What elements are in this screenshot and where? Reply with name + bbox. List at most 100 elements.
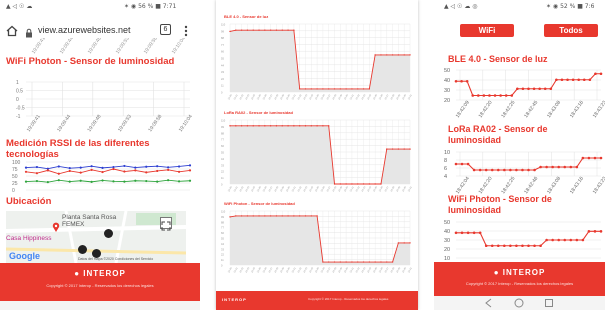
data-point [134,166,137,169]
x-tick-label: 18:42:25 [500,100,516,120]
more-menu-icon[interactable] [184,24,188,37]
data-point [145,179,148,183]
data-point [351,88,353,90]
data-point [362,261,365,263]
y-tick-label: 20 [444,98,450,104]
data-point [551,238,554,242]
footer-copyright: Copyright © 2017 Interop - Reservados lo… [46,283,154,288]
data-point [298,215,301,217]
data-point [310,125,312,127]
y-tick-label: 30 [444,88,450,94]
data-point [281,125,283,127]
x-tick-label: 18:43:08 [546,100,562,120]
data-point [374,261,376,263]
data-point [322,125,324,127]
ble-chart-title: BLE 4.0 - Sensor de luz [448,54,548,64]
data-point [333,183,336,185]
data-point [599,230,603,233]
data-point [471,94,475,97]
y-tick-label: 11 [221,176,224,180]
data-point [515,244,518,248]
data-point [287,215,289,217]
ble-area-chart: 110998877665544332211018:40 18:41 18:42 18:… [221,23,413,101]
data-point [386,148,388,150]
data-point [560,78,564,82]
data-point [240,125,243,127]
x-tick-label: 18:41 [407,266,413,273]
wifi-filter-button[interactable]: WiFi [460,24,514,37]
data-point [258,215,260,217]
data-point [509,168,512,172]
address-bar-url[interactable]: view.azurewebsites.net [38,25,131,35]
data-point [322,261,324,263]
ble-area-chart-title: BLE 4.0 - Sensor de luz [224,14,269,19]
data-point [545,238,548,242]
phone-screen-3: ▲ ◁ ☉ ☁ ◎ ✶ ◉ 52 % ■ 7:6 WiFi Todos BLE … [434,0,605,310]
data-point [409,148,411,150]
wifi-area-chart: 110998877665544332211018:40 18:41 18:42 18:… [221,210,413,274]
y-tick-label: 44 [221,157,224,161]
x-tick-label: 18:42:20 [478,100,494,120]
x-tick-label: 19:09:58 [143,38,159,55]
area-fill [230,125,410,184]
todos-filter-button[interactable]: Todos [544,24,598,37]
x-tick-label: 19:09:44 [59,38,75,55]
map-view[interactable]: Planta Santa Rosa FEMEX Casa Hippiness G… [6,211,186,263]
fullscreen-icon[interactable] [160,217,172,231]
ble-line-chart: 50 40 30 20 18:42:09 18:42:20 18:42:25 18:42:45… [444,68,605,120]
data-point [454,79,458,83]
data-point [345,261,347,263]
data-point [269,215,272,217]
home-nav-icon[interactable] [514,298,524,308]
data-point [177,180,181,183]
map-attribution[interactable]: Datos del mapa ©2020 Condiciones del Ser… [78,257,153,261]
data-point [582,78,586,82]
data-point [490,168,494,172]
recents-nav-icon[interactable] [544,298,554,308]
data-point [235,215,237,217]
y-tick-label: 50 [444,68,450,74]
series-line [25,179,191,183]
data-point [167,166,170,169]
data-point [264,215,266,217]
data-point [275,125,278,127]
data-point [123,170,126,173]
data-point [386,261,388,263]
data-point [577,78,580,82]
page-footer-3: ● INTEROP Copyright © 2017 Interop - Res… [434,262,605,296]
data-point [264,125,266,127]
home-icon[interactable] [6,24,18,37]
lock-icon [24,25,34,38]
data-point [490,244,494,248]
data-point [310,215,312,217]
data-point [112,180,115,183]
data-point [35,172,39,175]
data-point [269,125,272,127]
data-point [403,148,405,150]
data-point [460,162,464,166]
page-footer-2: INTEROP Copyright © 2017 Interop - Reser… [216,291,418,310]
y-tick-label: 10 [444,150,450,156]
y-tick-label: 110 [221,210,226,214]
data-point [503,244,506,248]
data-point [599,72,603,76]
interop-logo-icon: ● [493,268,503,277]
y-tick-label: 88 [221,220,224,224]
tab-count-button[interactable]: 6 [160,24,171,35]
map-avatar-marker[interactable] [104,229,113,238]
rssi-chart-title: Medición RSSI de las diferentes tecnolog… [6,138,150,160]
back-nav-icon[interactable] [484,298,494,308]
data-point [316,88,318,90]
y-tick-label: 77 [221,43,224,47]
data-point [258,125,260,127]
data-point [68,169,71,173]
data-point [362,183,365,185]
x-tick-label: 19:09:53 [117,114,133,134]
data-point [35,179,39,183]
data-point [575,165,579,169]
x-tick-label: 18:42:04 [455,176,471,196]
map-avatar-marker-2[interactable] [78,245,87,254]
data-point [112,167,115,171]
x-tick-label: 18:43:08 [546,176,562,196]
place-marker-icon[interactable] [52,219,60,232]
